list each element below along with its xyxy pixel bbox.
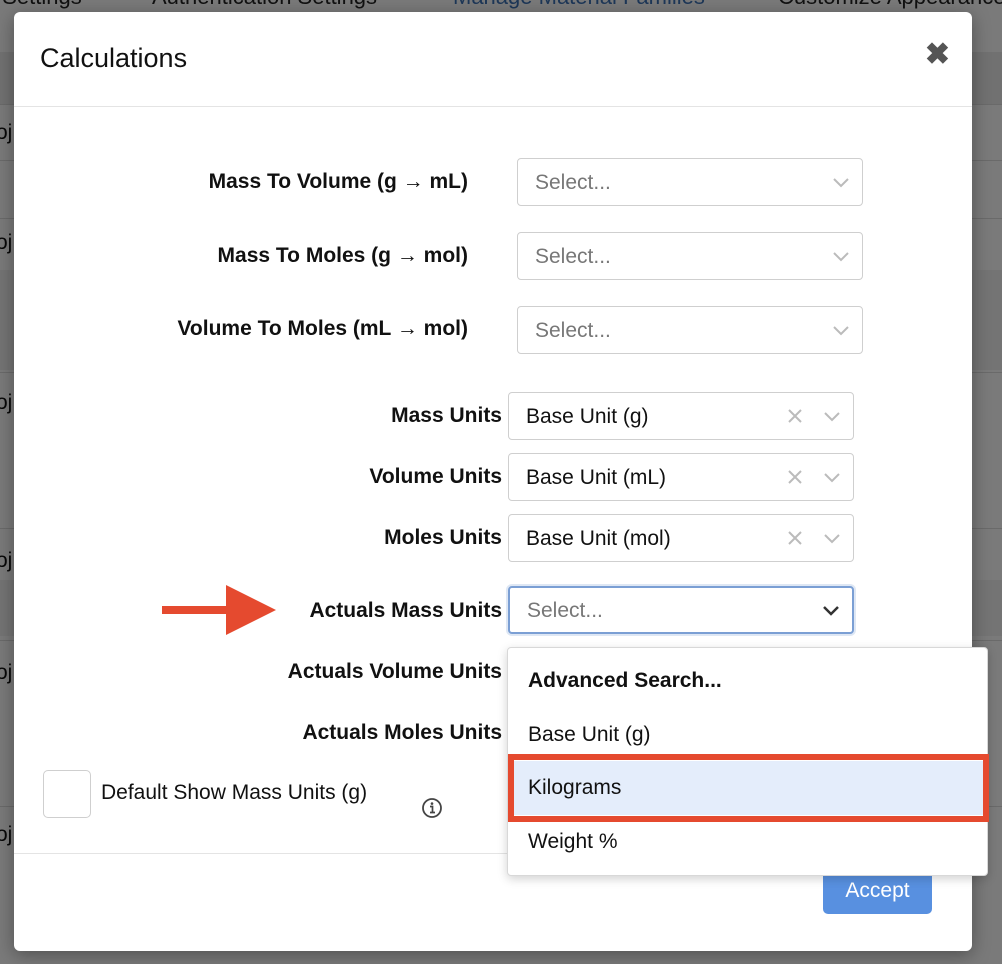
chevron-down-icon: [824, 412, 840, 422]
close-icon[interactable]: ✖: [925, 40, 950, 70]
actuals-mass-units-label: Actuals Mass Units: [309, 599, 502, 622]
chevron-down-icon: [823, 606, 839, 616]
default-show-mass-units-checkbox[interactable]: [43, 770, 91, 818]
mass-to-volume-select[interactable]: Select...: [517, 158, 863, 206]
clear-icon[interactable]: [785, 467, 805, 487]
red-arrow-annotation: [162, 585, 276, 635]
mass-to-volume-label: Mass To Volume (g → mL): [208, 170, 468, 193]
mass-to-moles-label: Mass To Moles (g → mol): [217, 244, 468, 267]
select-placeholder: Select...: [527, 599, 603, 622]
modal-header: Calculations ✖: [14, 12, 972, 107]
mass-units-select[interactable]: Base Unit (g): [508, 392, 854, 440]
chevron-down-icon: [833, 252, 849, 262]
mass-to-moles-select[interactable]: Select...: [517, 232, 863, 280]
volume-units-label: Volume Units: [369, 465, 502, 488]
kilograms-highlight-box: [508, 754, 989, 822]
modal-title: Calculations: [40, 43, 188, 73]
menu-item-advanced-search[interactable]: Advanced Search...: [508, 654, 987, 708]
chevron-down-icon: [824, 534, 840, 544]
chevron-down-icon: [833, 326, 849, 336]
select-value: Base Unit (g): [526, 405, 649, 428]
volume-to-moles-label: Volume To Moles (mL → mol): [177, 317, 468, 340]
chevron-down-icon: [833, 178, 849, 188]
select-value: Base Unit (mol): [526, 527, 671, 550]
clear-icon[interactable]: [785, 528, 805, 548]
moles-units-select[interactable]: Base Unit (mol): [508, 514, 854, 562]
menu-item-weight-percent[interactable]: Weight %: [508, 815, 987, 869]
select-placeholder: Select...: [535, 171, 611, 194]
volume-to-moles-select[interactable]: Select...: [517, 306, 863, 354]
moles-units-label: Moles Units: [384, 526, 502, 549]
info-icon[interactable]: [421, 797, 443, 819]
select-placeholder: Select...: [535, 245, 611, 268]
select-value: Base Unit (mL): [526, 466, 667, 489]
mass-units-label: Mass Units: [391, 404, 502, 427]
actuals-volume-units-label: Actuals Volume Units: [287, 660, 502, 683]
actuals-mass-units-select[interactable]: Select...: [508, 586, 854, 634]
default-show-mass-units-label: Default Show Mass Units (g): [101, 781, 368, 804]
chevron-down-icon: [824, 473, 840, 483]
select-placeholder: Select...: [535, 319, 611, 342]
clear-icon[interactable]: [785, 406, 805, 426]
volume-units-select[interactable]: Base Unit (mL): [508, 453, 854, 501]
actuals-moles-units-label: Actuals Moles Units: [302, 721, 502, 744]
